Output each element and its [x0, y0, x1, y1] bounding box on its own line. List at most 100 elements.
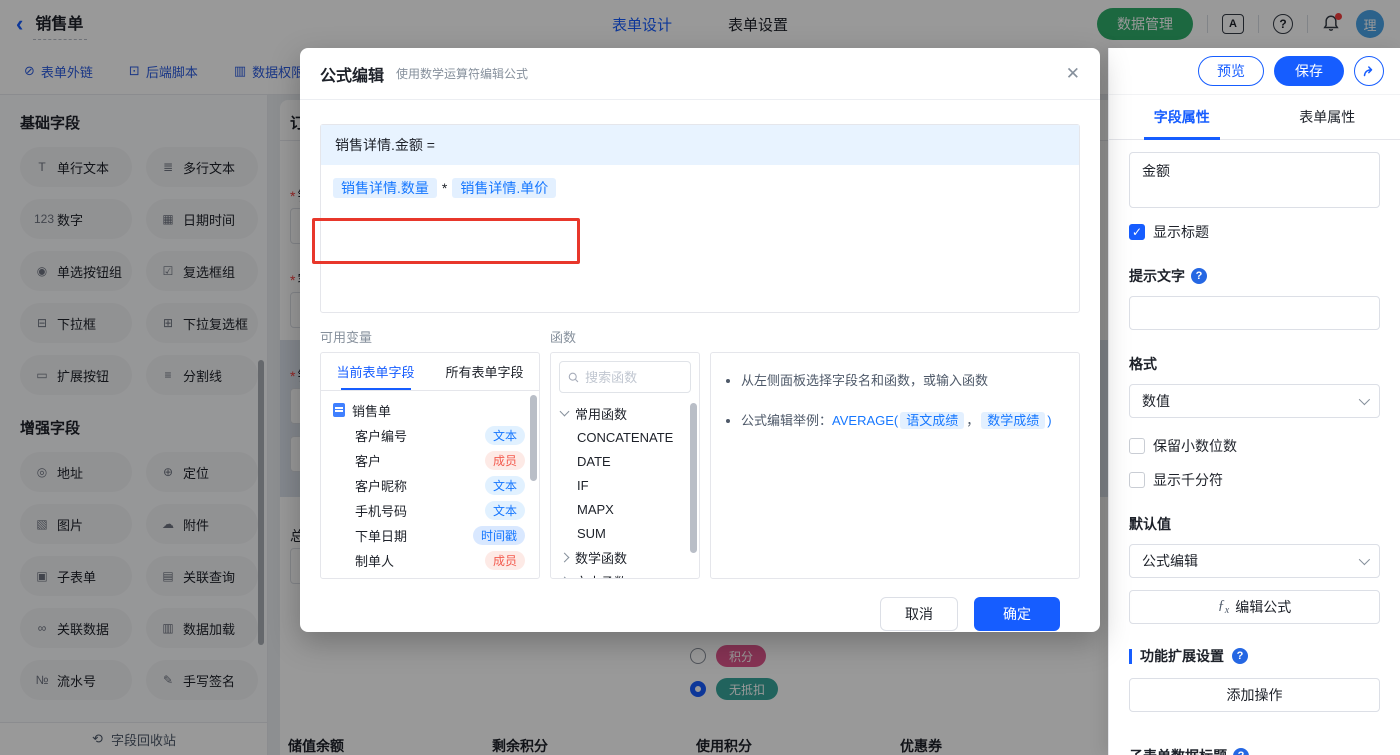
thousand-separator-row[interactable]: 显示千分符: [1129, 470, 1380, 490]
keep-decimal-row[interactable]: 保留小数位数: [1129, 436, 1380, 456]
subform-data-title-label: 子表单数据标题 ?: [1129, 746, 1380, 755]
field-title-input[interactable]: 金额: [1129, 152, 1380, 208]
share-button[interactable]: [1354, 56, 1384, 86]
confirm-button[interactable]: 确定: [974, 597, 1060, 631]
variable-name: 手机号码: [355, 504, 408, 519]
thousand-separator-label: 显示千分符: [1153, 472, 1223, 488]
formula-target: 销售详情.金额 =: [321, 125, 1079, 165]
modal-title: 公式编辑: [320, 67, 385, 85]
variable-row[interactable]: 客户昵称 文本: [333, 473, 539, 498]
function-item[interactable]: 数学函数: [551, 545, 699, 569]
hint-arg-chip: 数学成绩: [981, 412, 1046, 429]
format-label: 格式: [1129, 356, 1157, 372]
tab-all-form-fields[interactable]: 所有表单字段: [430, 353, 539, 390]
checkbox-unchecked[interactable]: [1129, 472, 1145, 488]
format-select[interactable]: 数值: [1129, 384, 1380, 418]
add-action-label: 添加操作: [1226, 687, 1283, 703]
add-action-button[interactable]: 添加操作: [1129, 678, 1380, 712]
extension-settings-header: 功能扩展设置 ?: [1129, 646, 1380, 666]
help-circle-icon[interactable]: ?: [1191, 268, 1207, 284]
chevron-down-icon: [1358, 393, 1371, 406]
function-item[interactable]: SUM: [551, 521, 699, 545]
format-value: 数值: [1142, 393, 1170, 409]
variable-type-badge: 时间戳: [472, 526, 525, 545]
extension-settings-label: 功能扩展设置: [1140, 648, 1224, 664]
drawer-tabs: 字段属性 表单属性: [1109, 95, 1400, 140]
function-search[interactable]: [559, 361, 691, 393]
variable-rows: 客户编号 文本 客户 成员 客户昵称 文本 手机号码 文本 下单日期 时间戳 制…: [333, 423, 539, 573]
function-item[interactable]: 文本函数: [551, 569, 699, 579]
close-icon[interactable]: ✕: [1066, 64, 1080, 84]
save-button[interactable]: 保存: [1274, 56, 1344, 86]
function-item[interactable]: CONCATENATE: [551, 425, 699, 449]
formula-edit-modal: 公式编辑 使用数学运算符编辑公式 ✕ 销售详情.金额 = 销售详情.数量 * 销售详…: [300, 48, 1100, 632]
variable-name: 下单日期: [355, 529, 408, 544]
variable-name: 客户编号: [355, 429, 408, 444]
hint-function-name: AVERAGE(: [832, 413, 899, 428]
variable-name: 客户昵称: [355, 479, 408, 494]
formula-token-quantity[interactable]: 销售详情.数量: [333, 178, 437, 198]
default-value-select[interactable]: 公式编辑: [1129, 544, 1380, 578]
edit-formula-button[interactable]: ƒx 编辑公式: [1129, 590, 1380, 624]
variable-row[interactable]: 下单日期 时间戳: [333, 523, 539, 548]
function-item[interactable]: IF: [551, 473, 699, 497]
functions-label: 函数: [550, 330, 577, 345]
variable-type-badge: 文本: [484, 501, 525, 520]
tree-root-label: 销售单: [352, 403, 392, 419]
modal-panels: 当前表单字段 所有表单字段 销售单 客户编号 文本 客户 成员 客户昵称 文本 …: [320, 352, 1080, 579]
hint-text-input[interactable]: [1129, 296, 1380, 330]
show-title-row[interactable]: ✓ 显示标题: [1129, 222, 1380, 242]
variable-type-badge: 成员: [484, 551, 525, 570]
tree-root-form[interactable]: 销售单: [333, 397, 539, 423]
share-arrow-icon: [1363, 66, 1373, 77]
app-root: ‹ 销售单 表单设计 表单设置 数据管理 A ? 理 ⊘ 表单外链 ⊡ 后端脚本…: [0, 0, 1400, 755]
hint-line-1: 从左侧面板选择字段名和函数，或输入函数: [741, 369, 1069, 393]
variables-tabs: 当前表单字段 所有表单字段: [321, 353, 539, 391]
variable-type-badge: 文本: [484, 426, 525, 445]
checkbox-checked-icon[interactable]: ✓: [1129, 224, 1145, 240]
variable-type-badge: 文本: [484, 476, 525, 495]
preview-button[interactable]: 预览: [1198, 56, 1264, 86]
variables-tree: 销售单 客户编号 文本 客户 成员 客户昵称 文本 手机号码 文本 下单日期 时…: [321, 391, 539, 573]
help-circle-icon[interactable]: ?: [1232, 648, 1248, 664]
properties-drawer: 预览 保存 字段属性 表单属性 金额 ✓ 显示标题 提示文字 ? 格式 数值 保…: [1108, 48, 1400, 755]
default-value-label: 默认值: [1129, 516, 1171, 532]
formula-token-price[interactable]: 销售详情.单价: [452, 178, 557, 198]
variables-panel: 当前表单字段 所有表单字段 销售单 客户编号 文本 客户 成员 客户昵称 文本 …: [320, 352, 540, 579]
variable-row[interactable]: 客户编号 文本: [333, 423, 539, 448]
variable-name: 制单人: [355, 554, 395, 569]
fx-icon: ƒx: [1217, 598, 1230, 616]
formula-editor: 销售详情.金额 = 销售详情.数量 * 销售详情.单价: [320, 124, 1080, 313]
variable-row[interactable]: 客户 成员: [333, 448, 539, 473]
tab-current-form-fields[interactable]: 当前表单字段: [321, 353, 430, 390]
hint-arg-chip: 语文成绩: [900, 412, 965, 429]
cancel-button[interactable]: 取消: [880, 597, 958, 631]
variables-scrollbar[interactable]: [530, 395, 537, 481]
function-search-input[interactable]: [585, 369, 682, 385]
hint-list: 从左侧面板选择字段名和函数，或输入函数 公式编辑举例：AVERAGE(语文成绩，…: [711, 353, 1079, 433]
functions-panel: 常用函数 CONCATENATE DATE IF MAPX SUM 数学函数: [550, 352, 700, 579]
modal-subtitle: 使用数学运算符编辑公式: [396, 67, 529, 81]
hint-line-2: 公式编辑举例：AVERAGE(语文成绩，数学成绩): [741, 409, 1069, 433]
keep-decimal-label: 保留小数位数: [1153, 438, 1237, 454]
help-circle-icon[interactable]: ?: [1233, 748, 1249, 755]
function-item[interactable]: 常用函数: [551, 401, 699, 425]
variable-type-badge: 成员: [484, 451, 525, 470]
variables-label: 可用变量: [320, 330, 373, 345]
tab-form-properties[interactable]: 表单属性: [1255, 95, 1400, 139]
hint-panel: 从左侧面板选择字段名和函数，或输入函数 公式编辑举例：AVERAGE(语文成绩，…: [710, 352, 1080, 579]
variable-row[interactable]: 手机号码 文本: [333, 498, 539, 523]
functions-scrollbar[interactable]: [690, 403, 697, 553]
formula-expression-area[interactable]: 销售详情.数量 * 销售详情.单价: [321, 165, 1079, 312]
function-item[interactable]: MAPX: [551, 497, 699, 521]
drawer-content: 金额 ✓ 显示标题 提示文字 ? 格式 数值 保留小数位数 显示千分符 默认值 …: [1109, 140, 1400, 755]
modal-header: 公式编辑 使用数学运算符编辑公式 ✕: [300, 48, 1100, 100]
hint-text-label: 提示文字 ?: [1129, 266, 1380, 286]
tab-field-properties[interactable]: 字段属性: [1109, 95, 1255, 139]
edit-formula-label: 编辑公式: [1235, 599, 1292, 615]
variable-row[interactable]: 制单人 成员: [333, 548, 539, 573]
form-doc-icon: [333, 403, 345, 417]
checkbox-unchecked[interactable]: [1129, 438, 1145, 454]
function-list: 常用函数 CONCATENATE DATE IF MAPX SUM 数学函数: [551, 401, 699, 579]
function-item[interactable]: DATE: [551, 449, 699, 473]
